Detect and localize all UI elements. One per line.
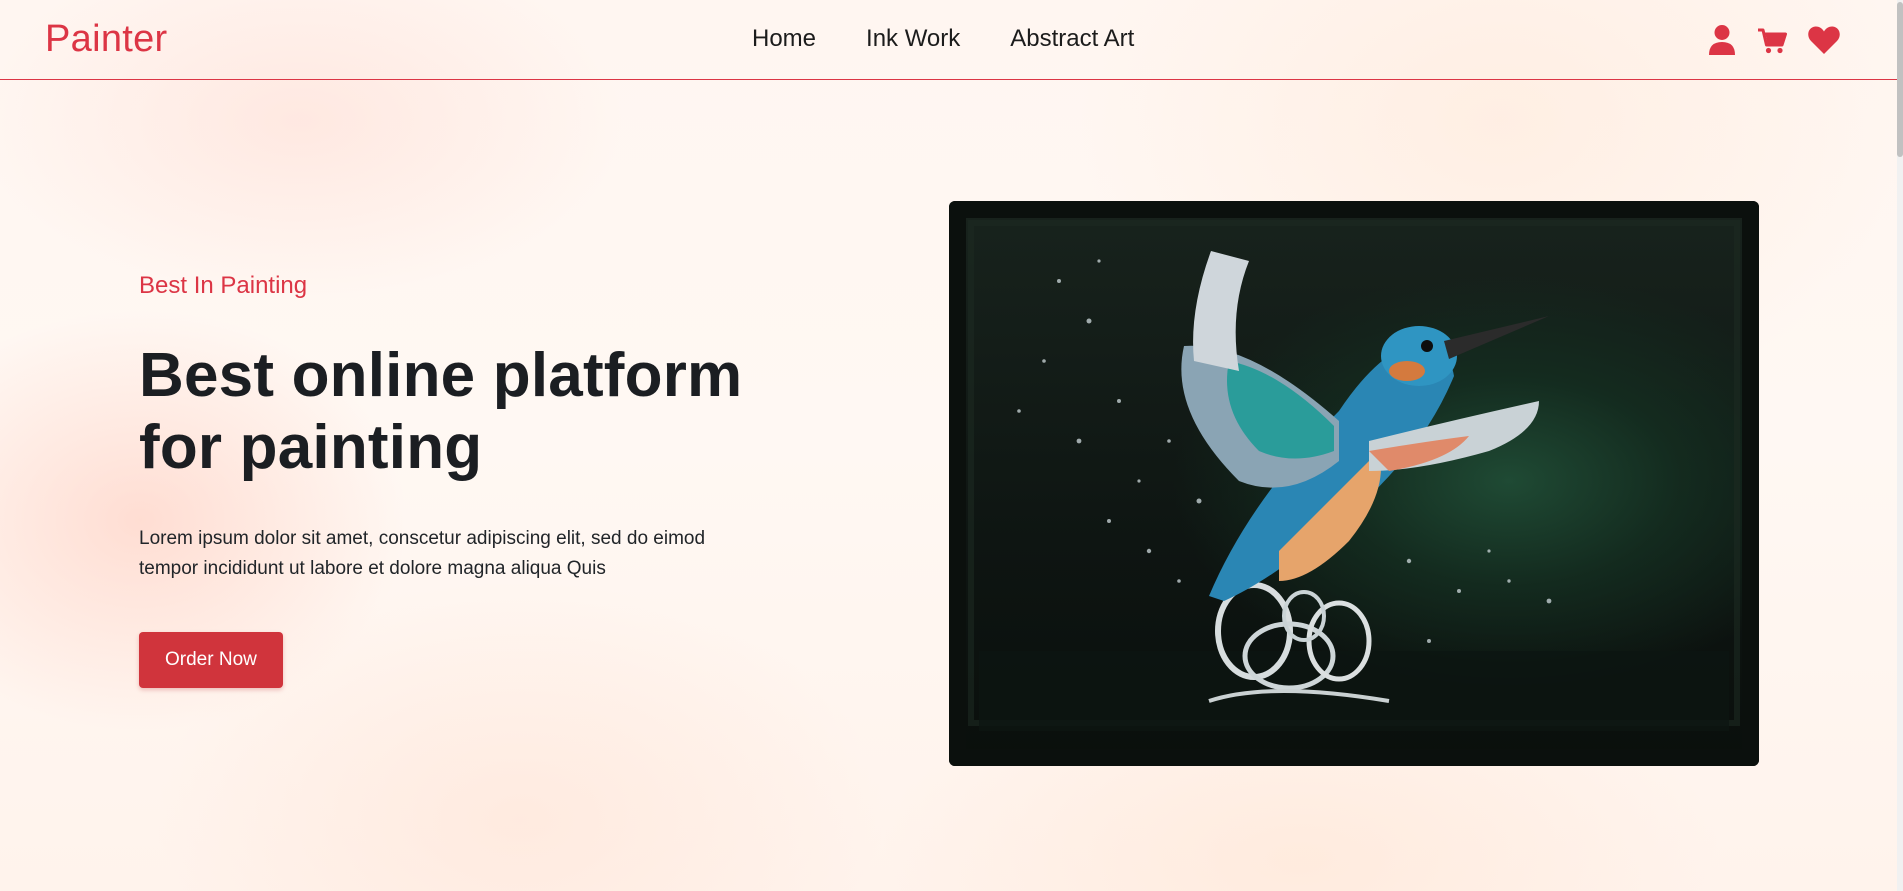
hero-text: Best In Painting Best online platform fo… [139,268,799,688]
hero-description-line-1: Lorem ipsum dolor sit amet, conscetur ad… [139,528,706,549]
hero-description: Lorem ipsum dolor sit amet, conscetur ad… [139,524,759,584]
nav-link-home[interactable]: Home [752,25,816,53]
heart-icon[interactable] [1807,24,1841,56]
nav-icons [1707,24,1841,56]
user-icon[interactable] [1707,24,1737,56]
scrollbar[interactable] [1897,0,1903,891]
navbar: Painter Home Ink Work Abstract Art [0,0,1897,80]
hero-eyebrow: Best In Painting [139,272,308,299]
order-now-button[interactable]: Order Now [139,632,283,688]
hero-headline-line-2: for painting [139,413,483,482]
nav-link-abstract-art[interactable]: Abstract Art [1010,25,1134,53]
hero-headline: Best online platform for painting [139,340,799,484]
kingfisher-painting [949,201,1759,766]
scrollbar-thumb[interactable] [1897,2,1903,157]
hero-headline-line-1: Best online platform [139,341,743,410]
nav-link-ink-work[interactable]: Ink Work [866,25,960,53]
nav-links: Home Ink Work Abstract Art [752,25,1134,53]
cart-icon[interactable] [1757,24,1787,56]
brand-logo[interactable]: Painter [45,18,168,61]
hero-description-line-2: tempor incididunt ut labore et dolore ma… [139,558,606,579]
